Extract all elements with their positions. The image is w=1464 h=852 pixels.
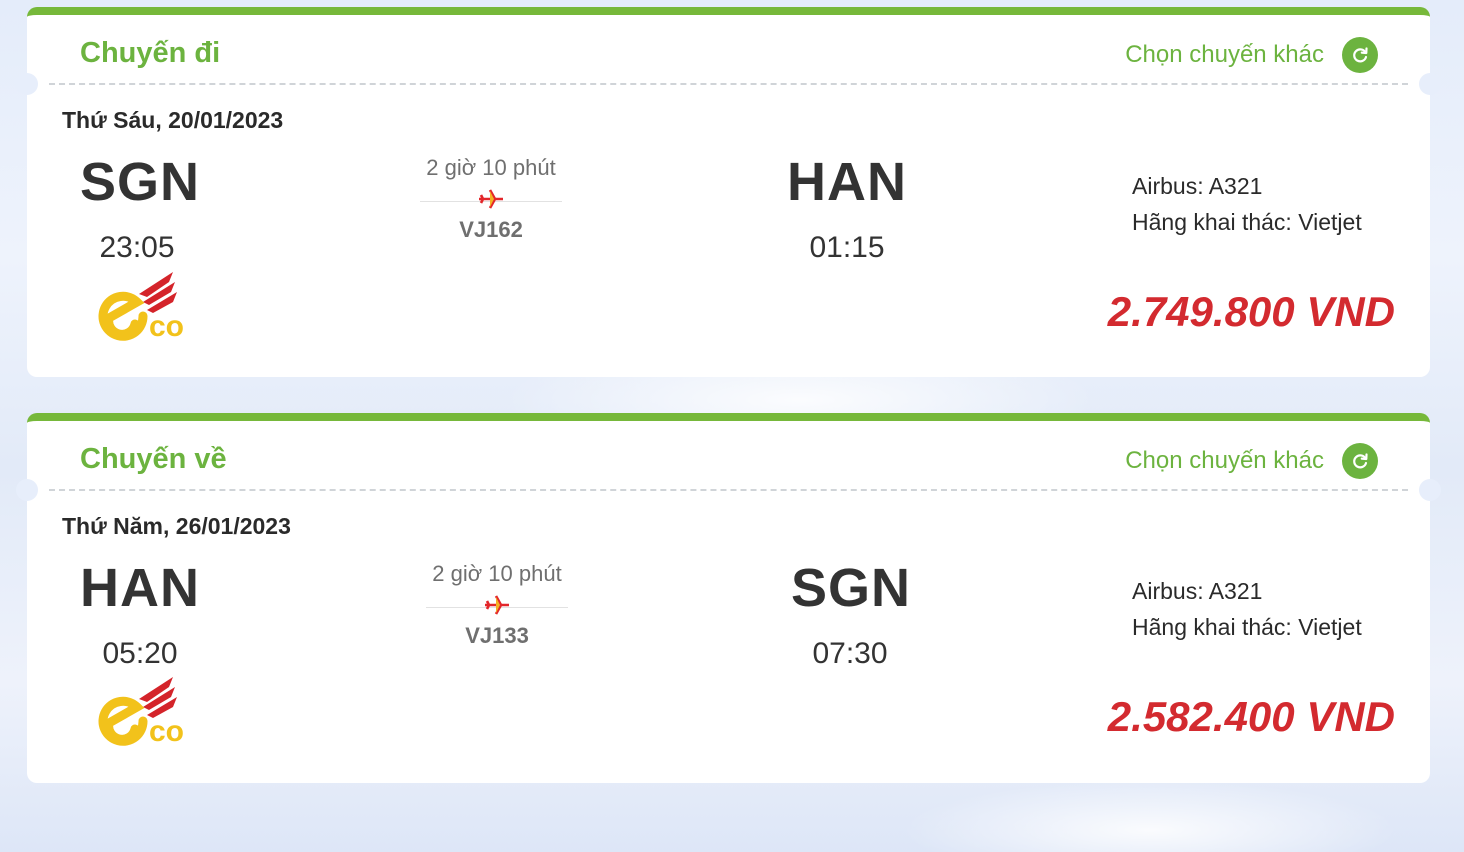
flight-number: VJ133 (465, 623, 529, 648)
arrival-airport: HAN 01:15 (787, 155, 907, 265)
flight-number: VJ162 (459, 217, 523, 242)
return-flight-card: Chuyến về Chọn chuyến khác Thứ Năm, 26/0… (16, 413, 1441, 783)
flight-date: Thứ Sáu, 20/01/2023 (62, 107, 284, 133)
route-line (420, 187, 562, 213)
refresh-icon[interactable] (1342, 443, 1378, 479)
flight-duration-box: 2 giờ 10 phút VJ162 (420, 155, 562, 243)
departure-code: HAN (80, 558, 200, 618)
eco-fare-logo: co (98, 677, 184, 748)
ticket-notch-left (16, 479, 38, 501)
departure-code: SGN (80, 152, 201, 212)
change-flight-label[interactable]: Chọn chuyến khác (1125, 447, 1324, 475)
arrival-airport: SGN 07:30 (791, 558, 912, 671)
arrival-code: SGN (791, 558, 912, 618)
divider (49, 489, 1408, 491)
operator: Hãng khai thác: Vietjet (1132, 614, 1362, 640)
refresh-icon[interactable] (1342, 37, 1378, 73)
outbound-flight-card: Chuyến đi Chọn chuyến khác Thứ Sáu, 20/0… (16, 7, 1441, 377)
plane-icon (479, 189, 503, 209)
flight-duration-box: 2 giờ 10 phút VJ133 (426, 561, 568, 649)
departure-airport: SGN 23:05 (80, 152, 201, 265)
plane-icon (485, 595, 509, 615)
section-title: Chuyến đi (80, 37, 221, 69)
aircraft-type: Airbus: A321 (1132, 173, 1263, 199)
svg-text:co: co (149, 715, 184, 748)
departure-time: 05:20 (102, 637, 178, 670)
flight-duration: 2 giờ 10 phút (426, 155, 556, 180)
divider (49, 83, 1408, 85)
ticket-notch-right (1419, 73, 1441, 95)
departure-airport: HAN 05:20 (80, 561, 200, 671)
arrival-time: 01:15 (809, 231, 885, 264)
fare-price: 2.749.800 VND (1107, 288, 1395, 335)
flight-duration: 2 giờ 10 phút (432, 561, 562, 586)
route-line (426, 593, 568, 619)
section-title: Chuyến về (80, 443, 227, 475)
flight-info: Airbus: A321 Hãng khai thác: Vietjet (1132, 168, 1362, 240)
eco-fare-logo: co (98, 272, 184, 343)
departure-time: 23:05 (99, 231, 175, 264)
flight-info: Airbus: A321 Hãng khai thác: Vietjet (1132, 573, 1362, 645)
ticket-notch-left (16, 73, 38, 95)
arrival-time: 07:30 (812, 637, 888, 670)
ticket-notch-right (1419, 479, 1441, 501)
change-flight-button[interactable]: Chọn chuyến khác (1125, 37, 1378, 73)
operator: Hãng khai thác: Vietjet (1132, 209, 1362, 235)
svg-text:co: co (149, 310, 184, 343)
arrival-code: HAN (787, 152, 907, 212)
fare-price: 2.582.400 VND (1107, 693, 1395, 740)
flight-date: Thứ Năm, 26/01/2023 (62, 513, 291, 539)
change-flight-label[interactable]: Chọn chuyến khác (1125, 41, 1324, 69)
aircraft-type: Airbus: A321 (1132, 578, 1263, 604)
change-flight-button[interactable]: Chọn chuyến khác (1125, 443, 1378, 479)
